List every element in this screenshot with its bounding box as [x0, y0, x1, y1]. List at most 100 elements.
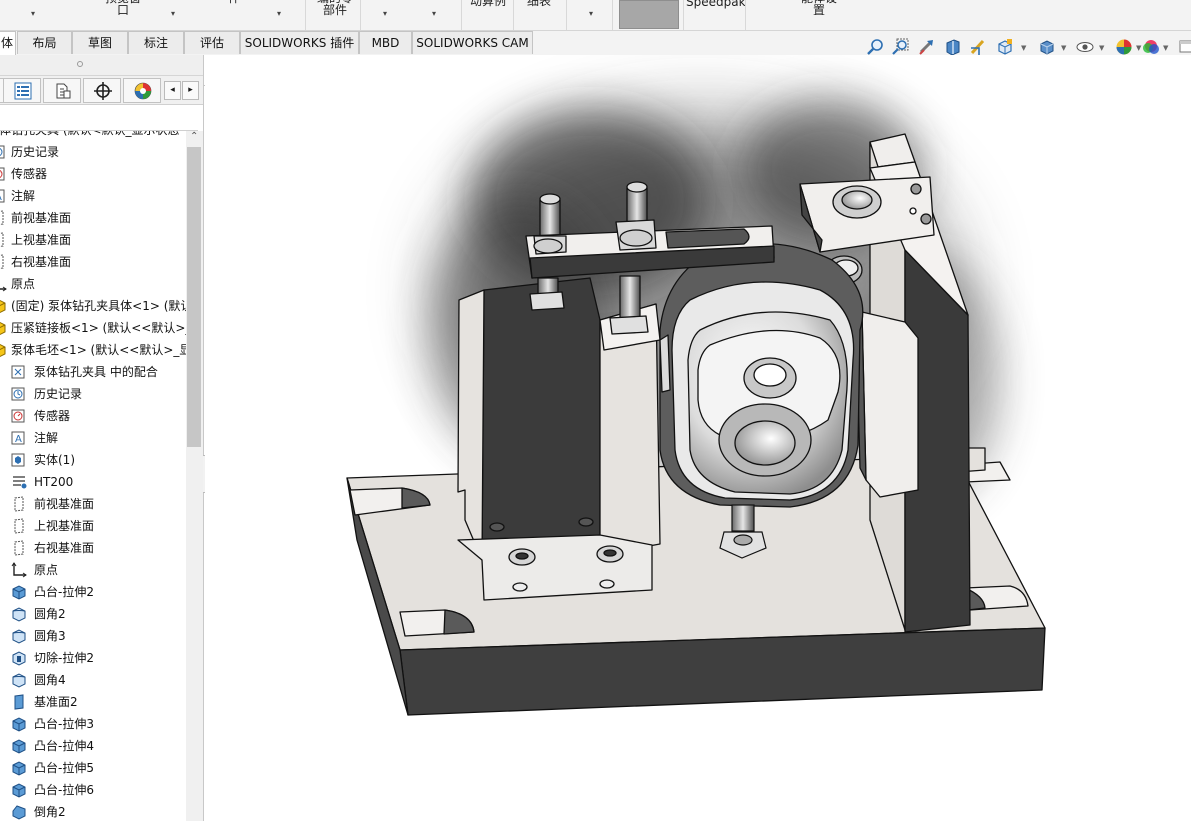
ribbon-button-speedpak[interactable]: Speedpak	[686, 0, 746, 30]
ribbon-button-8[interactable]: ▾	[421, 0, 451, 30]
tree-item[interactable]: 体钻孔夹具 (默认<默认_显示状态-	[0, 131, 186, 141]
tab-scroll-left-button[interactable]: ◂	[164, 81, 181, 100]
display-style-icon[interactable]	[1038, 38, 1056, 56]
tree-item[interactable]: 传感器	[0, 405, 186, 427]
tab-sketch[interactable]: 草图	[72, 31, 128, 54]
tree-item[interactable]: 前视基准面	[0, 207, 186, 229]
scrollbar-thumb[interactable]	[187, 147, 201, 447]
tree-item[interactable]: 倒角2	[0, 801, 186, 821]
edit-appearance-icon[interactable]	[1115, 38, 1133, 56]
ribbon-button-preview-window[interactable]: 预览窗 口	[102, 0, 144, 30]
tab-dimxpert-manager[interactable]	[83, 78, 121, 103]
tree-item[interactable]: 圆角3	[0, 625, 186, 647]
tree-item[interactable]: 历史记录	[0, 383, 186, 405]
tab-configuration-manager[interactable]	[43, 78, 81, 103]
ribbon-button-motion-study[interactable]: 动算例	[466, 0, 510, 30]
hide-show-items-icon[interactable]	[1076, 38, 1094, 56]
tree-item[interactable]: 传感器	[0, 163, 186, 185]
tree-item-label: 凸台-拉伸3	[34, 717, 94, 731]
tree-item[interactable]: 凸台-拉伸2	[0, 581, 186, 603]
tab-scroll-right-button[interactable]: ▸	[182, 81, 199, 100]
tree-filter-area[interactable]	[0, 105, 198, 131]
zoom-to-fit-icon[interactable]	[866, 38, 884, 56]
tree-item[interactable]: A 注解	[0, 427, 186, 449]
ref-plane-icon	[11, 694, 27, 710]
tree-item-label: 原点	[11, 277, 36, 291]
tab-markup[interactable]: 标注	[128, 31, 184, 54]
tree-item[interactable]: (固定) 泵体钻孔夹具体<1> (默认	[0, 295, 186, 317]
chevron-down-icon[interactable]: ▼	[1061, 44, 1066, 52]
tree-item[interactable]: 泵体钻孔夹具 中的配合	[0, 361, 186, 383]
ribbon-button-5[interactable]: ▾	[266, 0, 296, 30]
tree-item[interactable]: 凸台-拉伸3	[0, 713, 186, 735]
tab-assembly[interactable]: 体	[0, 31, 16, 55]
tree-item[interactable]: 实体(1)	[0, 449, 186, 471]
model-drill-fixture[interactable]	[205, 55, 1191, 821]
tree-item[interactable]: 圆角2	[0, 603, 186, 625]
tree-item[interactable]: 压紧链接板<1> (默认<<默认>_	[0, 317, 186, 339]
tab-solidworks-addins[interactable]: SOLIDWORKS 插件	[240, 31, 359, 54]
tree-item-label: 圆角4	[34, 673, 66, 687]
tab-mbd[interactable]: MBD	[359, 31, 412, 54]
tree-item[interactable]: 上视基准面	[0, 229, 186, 251]
ribbon-button-edit-component[interactable]: 编的零 部件	[312, 0, 358, 30]
tab-evaluate[interactable]: 评估	[184, 31, 240, 54]
tree-item[interactable]: 圆角4	[0, 669, 186, 691]
zoom-to-area-icon[interactable]	[891, 38, 909, 56]
ribbon-button-part[interactable]: 件	[222, 0, 246, 30]
tree-item[interactable]: 凸台-拉伸4	[0, 735, 186, 757]
tree-item[interactable]: HT200	[0, 471, 186, 493]
tree-item[interactable]: 原点	[0, 559, 186, 581]
scroll-up-icon[interactable]: ⌃	[190, 131, 198, 142]
tree-scrollbar[interactable]: ⌃	[186, 131, 203, 821]
property-manager-icon	[14, 82, 32, 100]
ribbon-button-7[interactable]: ▾	[372, 0, 402, 30]
tree-item-label: 右视基准面	[11, 255, 72, 269]
chevron-down-icon[interactable]: ▼	[1021, 44, 1026, 52]
ribbon-appearance-swatch[interactable]	[619, 0, 679, 29]
tree-item-label: 凸台-拉伸6	[34, 783, 94, 797]
configuration-manager-icon	[56, 83, 71, 99]
tree-item[interactable]: 历史记录	[0, 141, 186, 163]
chevron-down-icon[interactable]: ▼	[1163, 44, 1168, 52]
apply-scene-icon[interactable]	[1142, 38, 1160, 56]
ribbon-button-bom[interactable]: 细表	[522, 0, 556, 30]
tree-item[interactable]: 泵体毛坯<1> (默认<<默认>_显	[0, 339, 186, 361]
graphics-area[interactable]	[205, 55, 1191, 821]
chevron-down-icon[interactable]: ▼	[1136, 44, 1141, 52]
tree-item-label: 上视基准面	[34, 519, 95, 533]
tree-item-label: 凸台-拉伸5	[34, 761, 94, 775]
boss-extrude-icon	[11, 584, 27, 600]
tree-item[interactable]: 上视基准面	[0, 515, 186, 537]
panel-splitter[interactable]	[0, 55, 203, 76]
tree-item[interactable]: 凸台-拉伸6	[0, 779, 186, 801]
tab-solidworks-cam[interactable]: SOLIDWORKS CAM	[412, 31, 533, 54]
ribbon-button-3[interactable]: ▾	[160, 0, 190, 30]
tree-item[interactable]: 右视基准面	[0, 251, 186, 273]
tree-item[interactable]: 基准面2	[0, 691, 186, 713]
tree-item[interactable]: 右视基准面	[0, 537, 186, 559]
tab-display-manager[interactable]	[123, 78, 161, 103]
ribbon-button-1[interactable]: ▾	[20, 0, 50, 30]
plane-icon	[11, 540, 27, 556]
ribbon-button-performance-settings[interactable]: 能体设 置	[796, 0, 842, 30]
tree-item[interactable]: 凸台-拉伸5	[0, 757, 186, 779]
tab-layout[interactable]: 布局	[17, 31, 72, 54]
pump-body-workpiece[interactable]	[659, 243, 864, 508]
tree-item[interactable]: 前视基准面	[0, 493, 186, 515]
chevron-down-icon[interactable]: ▼	[1099, 44, 1104, 52]
tree-item-label: 泵体毛坯<1> (默认<<默认>_显	[11, 343, 186, 357]
fillet-icon	[11, 606, 27, 622]
section-view-icon[interactable]	[944, 38, 962, 56]
tree-item-label: HT200	[34, 475, 74, 489]
tree-item[interactable]: A 注解	[0, 185, 186, 207]
view-orientation-icon[interactable]	[996, 38, 1014, 56]
boss-extrude-icon	[11, 782, 27, 798]
tree-item[interactable]: 切除-拉伸2	[0, 647, 186, 669]
dynamic-annotation-icon[interactable]	[969, 38, 987, 56]
ribbon-button-12[interactable]: ▾	[578, 0, 608, 30]
view-settings-icon[interactable]	[1178, 38, 1191, 56]
previous-view-icon[interactable]	[918, 38, 936, 56]
tab-property-manager[interactable]	[3, 78, 41, 103]
tree-item[interactable]: 原点	[0, 273, 186, 295]
